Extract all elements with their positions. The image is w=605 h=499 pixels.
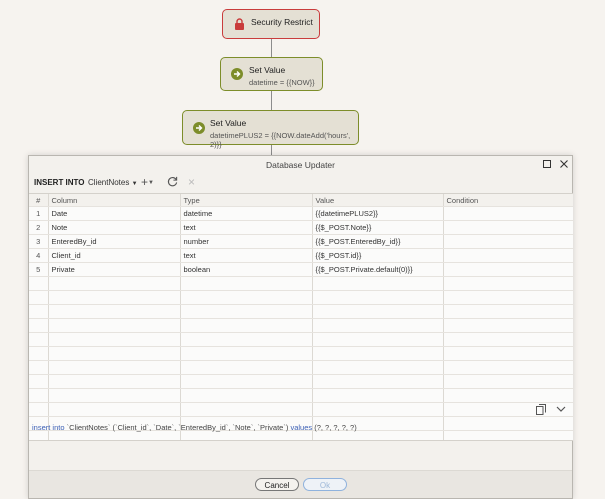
row-type[interactable]: boolean — [180, 262, 313, 277]
row-type[interactable]: text — [180, 220, 313, 235]
sql-body: `ClientNotes` (`Client_id`, `Date`, `Ent… — [64, 423, 291, 432]
dialog-toolbar: INSERT INTO ClientNotes ▼ +▼ × — [29, 175, 572, 190]
row-value[interactable]: {{$_POST.Private.default(0)}} — [312, 262, 444, 277]
row-column[interactable]: Date — [48, 206, 181, 221]
ok-button[interactable]: Ok — [303, 478, 347, 491]
flow-connector — [271, 91, 272, 110]
row-type[interactable]: number — [180, 234, 313, 249]
dialog-titlebar: Database Updater — [29, 156, 572, 174]
empty-row — [29, 290, 573, 305]
maximize-icon[interactable] — [541, 158, 553, 170]
table-row[interactable]: 1 Date datetime {{datetimePLUS2}} — [29, 206, 573, 221]
row-condition[interactable] — [443, 206, 573, 221]
header-column[interactable]: Column — [48, 194, 181, 207]
empty-row — [29, 276, 573, 291]
node-detail: datetime = {{NOW}} — [249, 78, 315, 87]
table-select[interactable]: ClientNotes ▼ — [88, 178, 138, 187]
node-title: Set Value — [210, 118, 247, 128]
set-value-node[interactable]: Set Value datetimePLUS2 = {{NOW.dateAdd(… — [182, 110, 359, 149]
empty-row — [29, 374, 573, 389]
sql-params: (?, ?, ?, ?, ?) — [312, 423, 357, 432]
insert-mode-label: INSERT INTO — [34, 178, 85, 187]
sql-keyword: values — [290, 423, 313, 432]
chevron-down-icon[interactable] — [556, 404, 566, 417]
row-column[interactable]: Private — [48, 262, 181, 277]
dialog-title: Database Updater — [266, 160, 335, 170]
arrow-right-circle-icon — [193, 122, 205, 136]
copy-icon[interactable] — [536, 404, 546, 418]
row-value[interactable]: {{$_POST.Note}} — [312, 220, 444, 235]
row-type[interactable]: datetime — [180, 206, 313, 221]
header-num: # — [29, 194, 49, 207]
node-title: Set Value — [249, 65, 286, 75]
row-num: 3 — [29, 234, 49, 249]
row-column[interactable]: Client_id — [48, 248, 181, 263]
row-num: 1 — [29, 206, 49, 221]
row-condition[interactable] — [443, 248, 573, 263]
header-type[interactable]: Type — [180, 194, 313, 207]
table-select-value: ClientNotes — [88, 178, 130, 187]
row-num: 5 — [29, 262, 49, 277]
flow-connector — [271, 39, 272, 57]
row-condition[interactable] — [443, 234, 573, 249]
row-value[interactable]: {{$_POST.EnteredBy_id}} — [312, 234, 444, 249]
sql-toolbar — [29, 402, 572, 418]
empty-row — [29, 430, 573, 440]
empty-row — [29, 388, 573, 403]
arrow-right-circle-icon — [231, 68, 243, 82]
empty-row — [29, 360, 573, 375]
row-value[interactable]: {{datetimePLUS2}} — [312, 206, 444, 221]
sql-keyword: insert into — [32, 423, 65, 432]
table-row[interactable]: 4 Client_id text {{$_POST.id}} — [29, 248, 573, 263]
empty-row — [29, 346, 573, 361]
row-condition[interactable] — [443, 220, 573, 235]
cancel-button[interactable]: Cancel — [255, 478, 299, 491]
empty-row — [29, 318, 573, 333]
row-column[interactable]: Note — [48, 220, 181, 235]
plus-icon[interactable]: +▼ — [141, 176, 154, 189]
set-value-node[interactable]: Set Value datetime = {{NOW}} — [220, 57, 323, 91]
table-row[interactable]: 2 Note text {{$_POST.Note}} — [29, 220, 573, 235]
header-value[interactable]: Value — [312, 194, 444, 207]
row-num: 2 — [29, 220, 49, 235]
row-column[interactable]: EnteredBy_id — [48, 234, 181, 249]
row-type[interactable]: text — [180, 248, 313, 263]
caret-down-icon: ▼ — [131, 181, 138, 187]
table-row[interactable]: 3 EnteredBy_id number {{$_POST.EnteredBy… — [29, 234, 573, 249]
node-detail: datetimePLUS2 = {{NOW.dateAdd('hours', 2… — [210, 131, 351, 149]
row-num: 4 — [29, 248, 49, 263]
header-condition[interactable]: Condition — [443, 194, 573, 207]
close-icon[interactable] — [558, 158, 570, 170]
row-condition[interactable] — [443, 262, 573, 277]
table-row[interactable]: 5 Private boolean {{$_POST.Private.defau… — [29, 262, 573, 277]
table-header: # Column Type Value Condition — [29, 194, 573, 207]
row-value[interactable]: {{$_POST.id}} — [312, 248, 444, 263]
security-restrict-node[interactable]: Security Restrict — [222, 9, 320, 39]
dialog-footer: Cancel Ok — [29, 470, 572, 498]
sql-preview: insert into `ClientNotes` (`Client_id`, … — [32, 423, 357, 432]
x-icon: × — [188, 175, 196, 189]
database-updater-dialog: Database Updater INSERT INTO ClientNotes… — [28, 155, 573, 499]
node-title: Security Restrict — [251, 17, 313, 27]
lock-icon — [234, 18, 245, 32]
empty-row — [29, 304, 573, 319]
refresh-icon[interactable] — [167, 176, 178, 189]
empty-row — [29, 332, 573, 347]
